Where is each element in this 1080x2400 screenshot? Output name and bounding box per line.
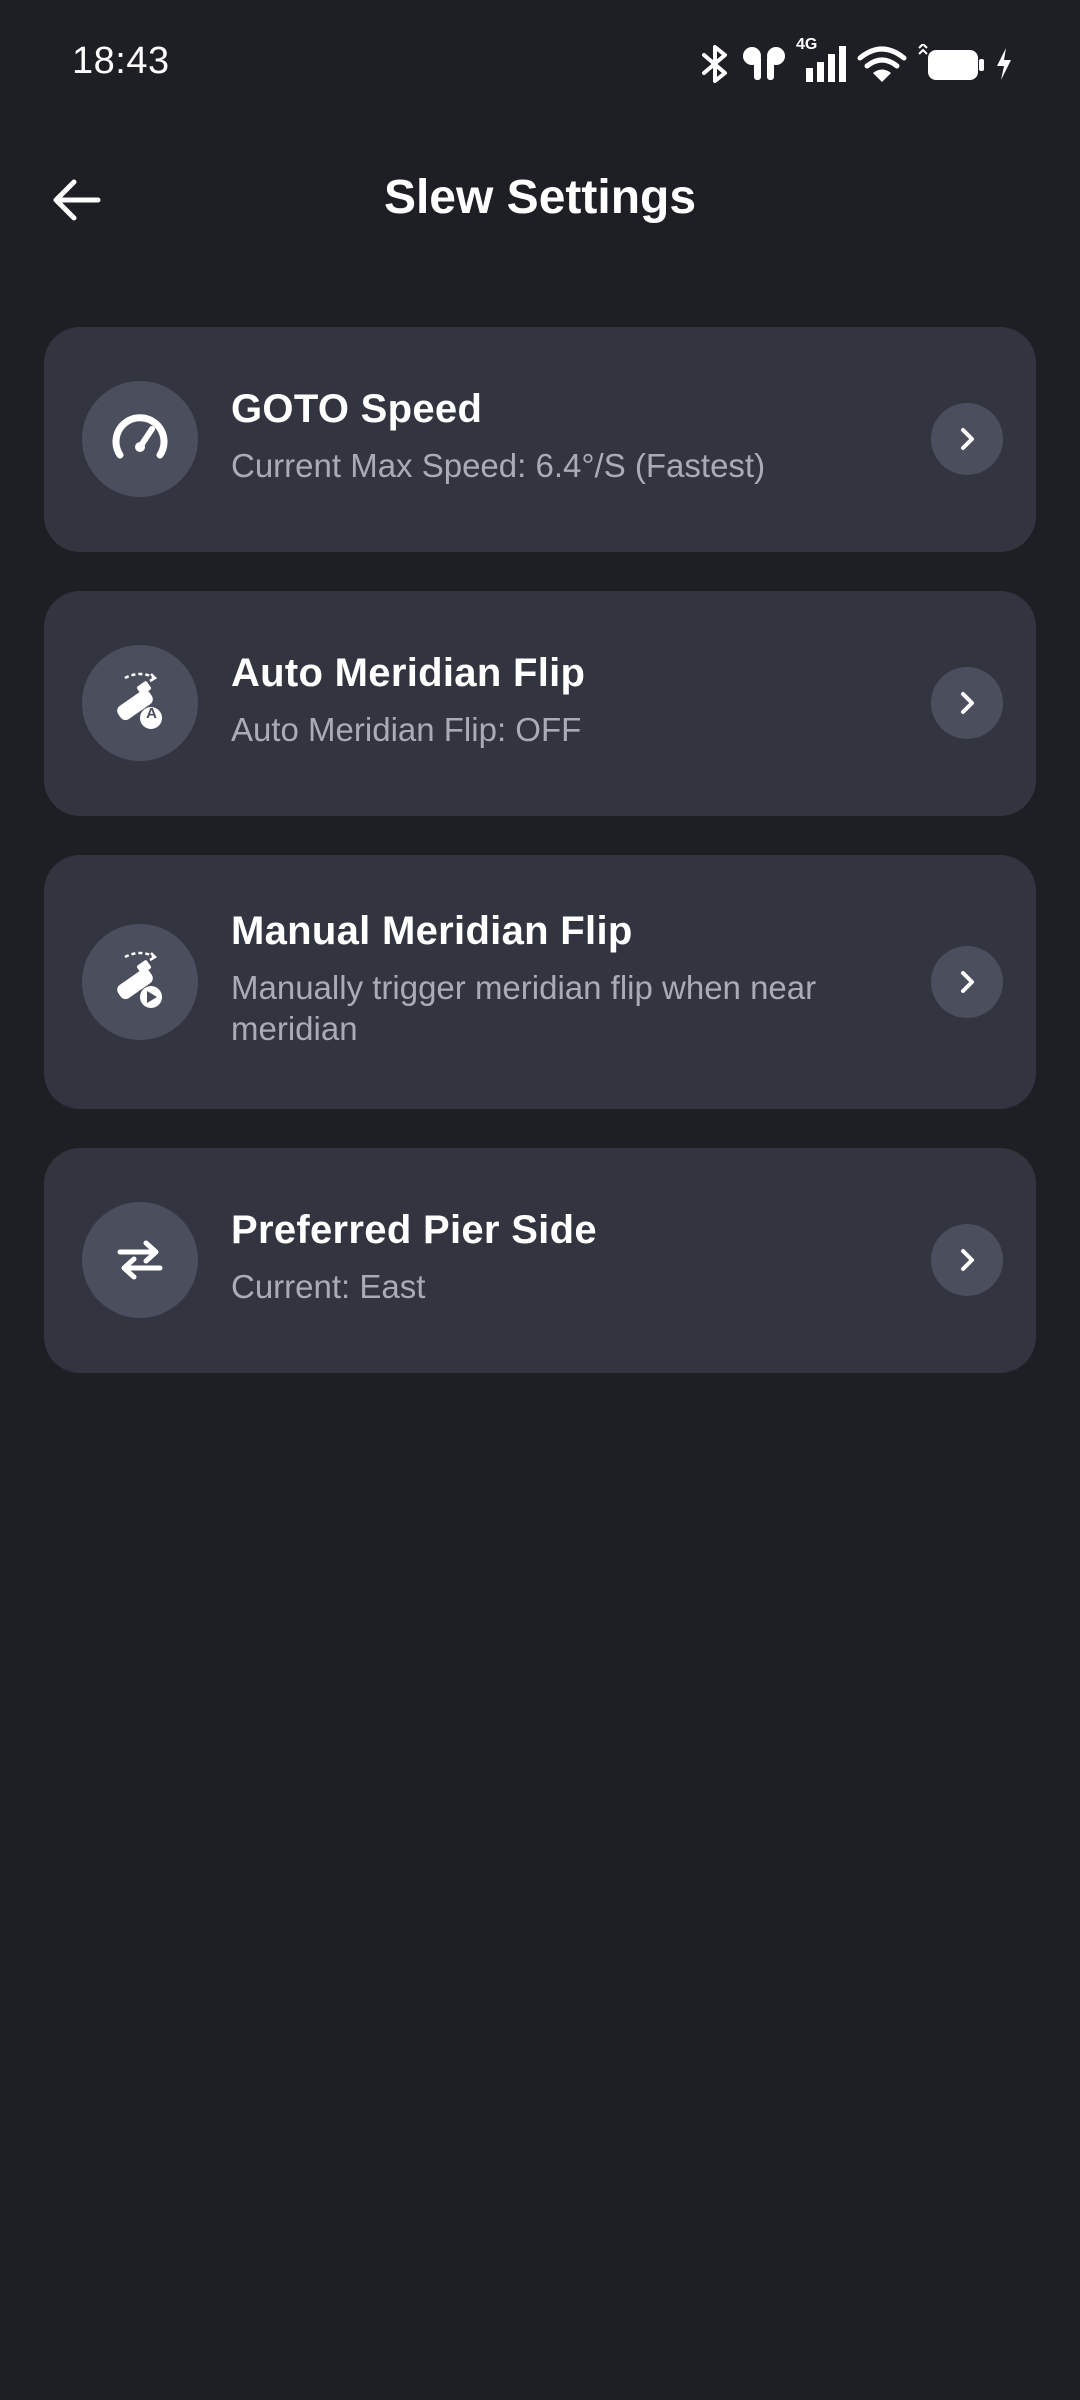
card-title: GOTO Speed	[231, 387, 483, 431]
battery-icon	[918, 44, 984, 80]
manual-meridian-flip-card[interactable]: Manual Meridian Flip Manually trigger me…	[44, 855, 1036, 1109]
settings-list: GOTO Speed Current Max Speed: 6.4°/S (Fa…	[44, 327, 1036, 1412]
telescope-manual-flip-icon	[82, 924, 198, 1040]
card-subtitle: Current Max Speed: 6.4°/S (Fastest)	[231, 447, 766, 484]
auto-meridian-flip-card[interactable]: A Auto Meridian Flip Auto Meridian Flip:…	[44, 591, 1036, 816]
charging-icon	[997, 48, 1011, 80]
auto-badge: A	[146, 705, 157, 722]
cellular-signal-icon: 4G	[796, 36, 848, 86]
goto-speed-card[interactable]: GOTO Speed Current Max Speed: 6.4°/S (Fa…	[44, 327, 1036, 552]
card-title: Preferred Pier Side	[231, 1208, 597, 1252]
status-bar: 18:43 4G	[0, 0, 1080, 130]
page-title: Slew Settings	[383, 171, 697, 224]
speedometer-icon	[82, 381, 198, 497]
card-title: Auto Meridian Flip	[231, 651, 586, 695]
status-icons: 4G	[698, 36, 1014, 88]
chevron-right-icon[interactable]	[931, 1224, 1003, 1296]
preferred-pier-side-card[interactable]: Preferred Pier Side Current: East	[44, 1148, 1036, 1373]
card-subtitle: Manually trigger meridian flip when near…	[231, 969, 817, 1047]
wifi-icon	[857, 46, 907, 82]
card-subtitle: Auto Meridian Flip: OFF	[231, 711, 582, 748]
bluetooth-icon	[702, 45, 727, 83]
chevron-right-icon[interactable]	[931, 946, 1003, 1018]
chevron-right-icon[interactable]	[931, 403, 1003, 475]
swap-arrows-icon	[82, 1202, 198, 1318]
chevron-right-icon[interactable]	[931, 667, 1003, 739]
telescope-auto-flip-icon: A	[82, 645, 198, 761]
card-title: Manual Meridian Flip	[231, 909, 633, 953]
header: Slew Settings	[0, 150, 1080, 250]
status-time: 18:43	[72, 40, 170, 82]
earbuds-icon	[743, 47, 785, 80]
card-subtitle: Current: East	[231, 1268, 426, 1305]
